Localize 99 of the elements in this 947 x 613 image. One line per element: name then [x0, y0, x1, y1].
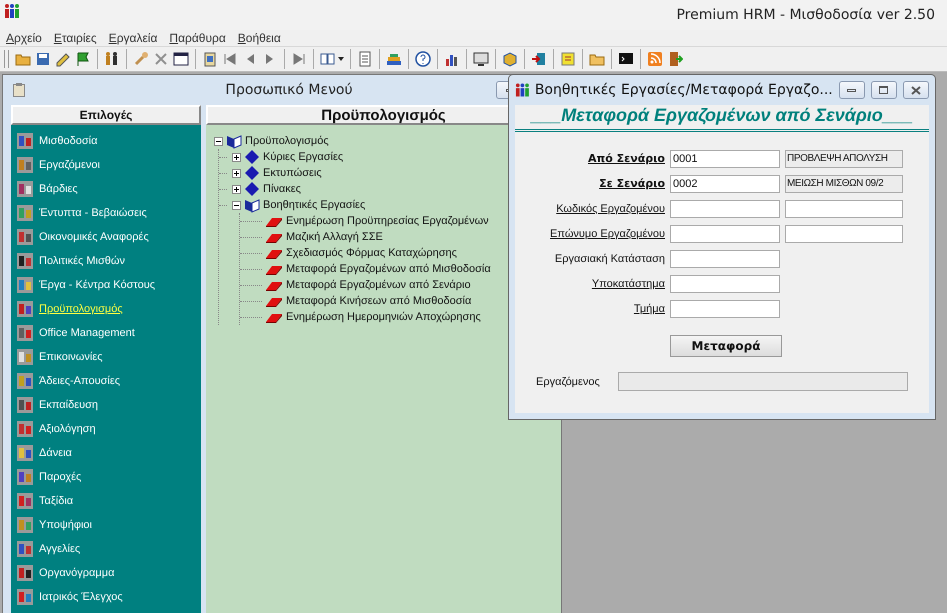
first-icon[interactable]: [222, 51, 238, 67]
sidebar-item[interactable]: Έντυπτα - Βεβαιώσεις: [11, 201, 201, 225]
input-field[interactable]: 0001: [670, 150, 780, 168]
menu-item[interactable]: Βοήθεια: [238, 31, 281, 45]
sidebar-item[interactable]: Παροχές: [11, 465, 201, 489]
sidebar-item[interactable]: Μισθοδοσία: [11, 129, 201, 153]
input-field[interactable]: [670, 300, 780, 318]
tree-item[interactable]: Πίνακες: [263, 183, 301, 195]
close-button[interactable]: [902, 81, 929, 99]
pencil-icon[interactable]: [55, 51, 71, 67]
tree-item[interactable]: Μαζική Αλλαγή ΣΣΕ: [286, 231, 383, 243]
door-arrow-icon[interactable]: [531, 51, 547, 67]
tree-item[interactable]: Ενημέρωση Προϋπηρεσίας Εργαζομένων: [286, 215, 489, 227]
expander-icon[interactable]: [232, 184, 241, 194]
sidebar-item[interactable]: Αξιολόγηση: [11, 417, 201, 441]
sidebar-item[interactable]: Προϋπολογισμός: [11, 297, 201, 321]
menu-item[interactable]: Εργαλεία: [108, 31, 158, 45]
save-icon[interactable]: [35, 51, 51, 67]
window-title: Βοηθητικές Εργασίες/Μεταφορά Εργαζο...: [534, 82, 833, 98]
menu-item[interactable]: Εταιρίες: [54, 31, 97, 45]
eraser-icon: [265, 279, 283, 291]
tree-item[interactable]: Μεταφορά Κινήσεων από Μισθοδοσία: [286, 295, 472, 307]
tree-item[interactable]: Κύριες Εργασίες: [263, 151, 344, 163]
expander-icon[interactable]: [232, 152, 241, 162]
field-label: Υποκατάστημα: [590, 278, 665, 290]
eraser-icon: [265, 311, 283, 323]
input-field[interactable]: [670, 274, 780, 292]
sidebar-item[interactable]: Οργανόγραμμα: [11, 561, 201, 585]
sidebar-item[interactable]: Οικονομικές Αναφορές: [11, 225, 201, 249]
diamond-icon: [244, 149, 260, 165]
books-icon[interactable]: [386, 51, 402, 67]
sidebar-item[interactable]: Έργα - Κέντρα Κόστους: [11, 273, 201, 297]
field-label: Εργαζόμενος: [536, 376, 601, 388]
sidebar-item[interactable]: Ταξίδια: [11, 489, 201, 513]
menu-item[interactable]: Παράθυρα: [169, 31, 226, 45]
field-label: Κωδικός Εργαζομένου: [555, 202, 665, 214]
expander-icon[interactable]: [232, 168, 241, 178]
flag-icon[interactable]: [75, 51, 91, 67]
help-icon[interactable]: [415, 51, 431, 67]
expander-icon[interactable]: [214, 136, 223, 146]
sidebar-item[interactable]: Office Management: [11, 321, 201, 345]
note-icon[interactable]: [560, 51, 576, 67]
field-label: Επώνυμο Εργαζομένου: [549, 228, 665, 240]
sidebar-item[interactable]: Βάρδιες: [11, 177, 201, 201]
diamond-icon: [244, 165, 260, 181]
book-icon: [244, 197, 260, 213]
close-icon: [910, 86, 921, 94]
sidebar-item[interactable]: Ιατρικός Έλεγχος: [11, 585, 201, 609]
form-heading: ___Μεταφορά Εργαζομένων από Σενάριο___: [515, 105, 929, 132]
transfer-button[interactable]: Μεταφορά: [670, 335, 782, 357]
book-icon: [226, 133, 242, 149]
restore-button[interactable]: [870, 81, 897, 99]
field-label: Εργασιακή Κατάσταση: [554, 252, 665, 264]
terminal-icon[interactable]: [618, 51, 634, 67]
last-icon[interactable]: [291, 51, 307, 67]
sidebar-item[interactable]: Υποψήφιοι: [11, 513, 201, 537]
eraser-icon: [265, 247, 283, 259]
document-icon[interactable]: [357, 51, 373, 67]
rss-icon[interactable]: [647, 51, 663, 67]
sidebar-item[interactable]: Εκπαίδευση: [11, 393, 201, 417]
description-field[interactable]: [785, 224, 903, 242]
exit-door-icon[interactable]: [667, 51, 683, 67]
tree-item[interactable]: Εκτυπώσεις: [263, 167, 322, 179]
input-field[interactable]: [670, 224, 780, 242]
field-label: Τμήμα: [632, 302, 665, 314]
tree-item[interactable]: Ενημέρωση Ημερομηνιών Αποχώρησης: [286, 311, 481, 323]
panel-header: Επιλογές: [11, 105, 201, 125]
sidebar-item[interactable]: Πολιτικές Μισθών: [11, 249, 201, 273]
sidebar-item[interactable]: Εργαζόμενοι: [11, 153, 201, 177]
input-field[interactable]: [670, 200, 780, 218]
window-title: Premium HRM - Μισθοδοσία ver 2.50: [676, 7, 935, 23]
field-label: Σε Σενάριο: [598, 177, 665, 190]
minimize-button[interactable]: [838, 81, 865, 99]
caret-icon[interactable]: [338, 57, 344, 61]
columns-icon[interactable]: [320, 51, 336, 67]
description-field[interactable]: [785, 200, 903, 218]
expander-icon[interactable]: [232, 200, 241, 210]
eraser-icon: [265, 295, 283, 307]
monitor-icon[interactable]: [473, 51, 489, 67]
window-title: Προσωπικό Μενού: [224, 82, 354, 98]
tree-item[interactable]: Σχεδιασμός Φόρμας Καταχώρησης: [286, 247, 457, 259]
sidebar-item[interactable]: Αγγελίες: [11, 537, 201, 561]
eraser-icon: [265, 263, 283, 275]
diamond-icon: [244, 181, 260, 197]
tree-item[interactable]: Μεταφορά Εργαζομένων από Σενάριο: [286, 279, 471, 291]
menu-item[interactable]: Αρχείο: [6, 31, 42, 45]
clipboard-icon[interactable]: [202, 51, 218, 67]
tree-item[interactable]: Βοηθητικές Εργασίες: [263, 199, 366, 211]
eraser-icon: [265, 215, 283, 227]
tree-item[interactable]: Μεταφορά Εργαζομένων από Μισθοδοσία: [286, 263, 491, 275]
sidebar-item[interactable]: Επικοινωνίες: [11, 345, 201, 369]
field-label: Από Σενάριο: [586, 152, 665, 165]
tree-item[interactable]: Προϋπολογισμός: [245, 135, 329, 147]
eraser-icon: [265, 231, 283, 243]
input-field[interactable]: 0002: [670, 174, 780, 192]
sidebar-item[interactable]: Δάνεια: [11, 441, 201, 465]
input-field[interactable]: [670, 250, 780, 268]
sidebar-item[interactable]: Άδειες-Απουσίες: [11, 369, 201, 393]
clipboard-icon: [13, 83, 25, 97]
